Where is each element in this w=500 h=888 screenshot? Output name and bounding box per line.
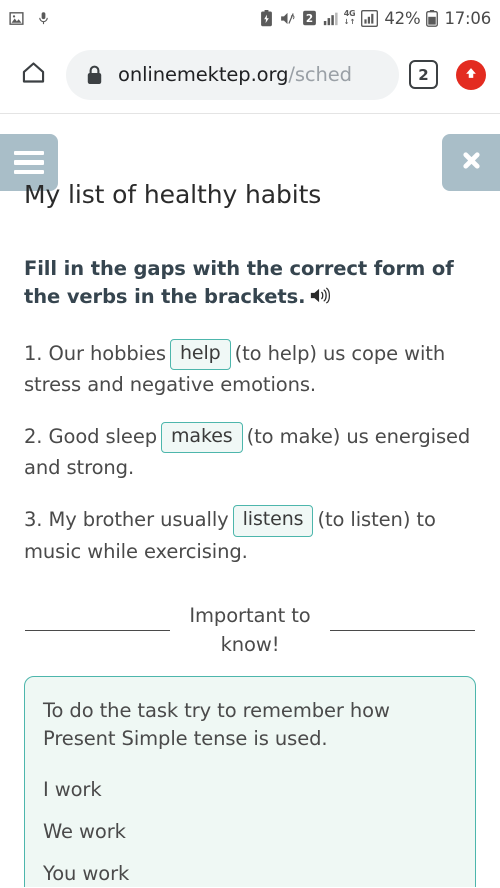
- question-2: 2. Good sleep makes (to make) us energised…: [24, 421, 476, 483]
- question-3-answer-input[interactable]: listens: [232, 505, 314, 537]
- divider-label: Important to know!: [189, 604, 311, 656]
- info-box-intro: To do the task try to remember how Prese…: [43, 698, 390, 750]
- browser-toolbar: onlinemektep.org/sched 2: [0, 36, 500, 114]
- url-path: /sched: [288, 63, 352, 86]
- upload-arrow-icon: [462, 64, 480, 86]
- question-1-answer-input[interactable]: help: [169, 338, 231, 371]
- network-4g-sublabel: ↓↑: [343, 18, 356, 26]
- important-to-know-divider: Important to know!: [24, 602, 476, 659]
- image-icon: [8, 10, 25, 27]
- battery-icon: [426, 9, 439, 27]
- question-1: 1. Our hobbies help (to help) us cope with…: [24, 338, 476, 400]
- list-item: I work: [43, 777, 102, 801]
- divider-line-left: [25, 629, 170, 632]
- network-4g-icon: 4G ↓↑: [343, 9, 356, 27]
- home-button[interactable]: [14, 56, 52, 94]
- speaker-icon[interactable]: [309, 285, 331, 313]
- conjugation-list: I work We work You work He, she, it work…: [43, 767, 457, 887]
- status-bar-left-icons: [8, 10, 51, 27]
- question-3-prefix: 3. My brother usually: [24, 508, 229, 532]
- question-3: 3. My brother usually listens (to listen) …: [24, 505, 476, 566]
- question-1-prefix: 1. Our hobbies: [24, 341, 166, 365]
- task-instruction: Fill in the gaps with the correct form o…: [24, 255, 476, 314]
- address-bar[interactable]: onlinemektep.org/sched: [66, 49, 399, 100]
- mute-vibrate-icon: [279, 10, 296, 27]
- status-bar: 2 4G ↓↑ 42% 17:06: [0, 0, 500, 36]
- upload-button[interactable]: [456, 59, 486, 90]
- battery-percent-label: 42%: [384, 8, 421, 28]
- lesson-page: My list of healthy habits Fill in the ga…: [0, 114, 500, 887]
- svg-text:2: 2: [306, 13, 313, 25]
- network-4g-label: 4G: [343, 9, 356, 18]
- list-item: You work: [43, 862, 130, 886]
- info-box: To do the task try to remember how Prese…: [24, 675, 476, 887]
- clock-label: 17:06: [444, 8, 491, 28]
- tab-count-button[interactable]: 2: [409, 60, 438, 89]
- divider-line-right: [330, 629, 475, 632]
- list-item: We work: [43, 820, 126, 843]
- question-2-answer-input[interactable]: makes: [161, 421, 243, 454]
- page-title: My list of healthy habits: [24, 180, 322, 209]
- battery-saver-icon: [260, 9, 273, 27]
- lock-icon: [86, 64, 103, 85]
- url-host: onlinemektep.org: [118, 63, 289, 86]
- microphone-icon: [36, 10, 51, 27]
- signal-bars-icon: [323, 11, 338, 26]
- question-2-prefix: 2. Good sleep: [24, 424, 158, 448]
- status-bar-right-icons: 2 4G ↓↑ 42% 17:06: [260, 9, 491, 28]
- lesson-content: My list of healthy habits Fill in the ga…: [0, 114, 500, 887]
- home-icon: [20, 59, 47, 90]
- signal-strength-icon: [361, 9, 379, 27]
- url-text: onlinemektep.org/sched: [118, 63, 352, 86]
- task-instruction-text: Fill in the gaps with the correct form o…: [24, 257, 454, 309]
- dual-sim-icon: 2: [302, 10, 317, 26]
